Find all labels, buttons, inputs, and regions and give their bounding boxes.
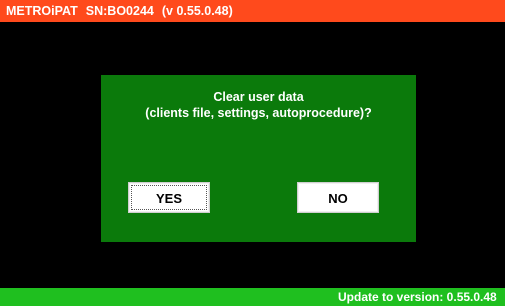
update-status-text: Update to version: 0.55.0.48 <box>338 290 497 304</box>
status-bar: Update to version: 0.55.0.48 <box>0 288 505 306</box>
device-screen: METROiPAT SN:BO0244 (v 0.55.0.48) Clear us… <box>0 0 505 306</box>
device-name: METROiPAT <box>6 4 78 18</box>
serial-number: SN:BO0244 <box>85 4 154 18</box>
yes-button[interactable]: YES <box>128 182 210 213</box>
dialog-message-line-2: (clients file, settings, autoprocedure)? <box>145 106 372 120</box>
dialog-message: Clear user data (clients file, settings,… <box>101 89 416 121</box>
title-bar: METROiPAT SN:BO0244 (v 0.55.0.48) <box>0 0 505 22</box>
firmware-version: (v 0.55.0.48) <box>161 4 233 18</box>
dialog-message-line-1: Clear user data <box>213 90 304 104</box>
clear-data-dialog: Clear user data (clients file, settings,… <box>101 75 416 242</box>
no-button[interactable]: NO <box>297 182 379 213</box>
